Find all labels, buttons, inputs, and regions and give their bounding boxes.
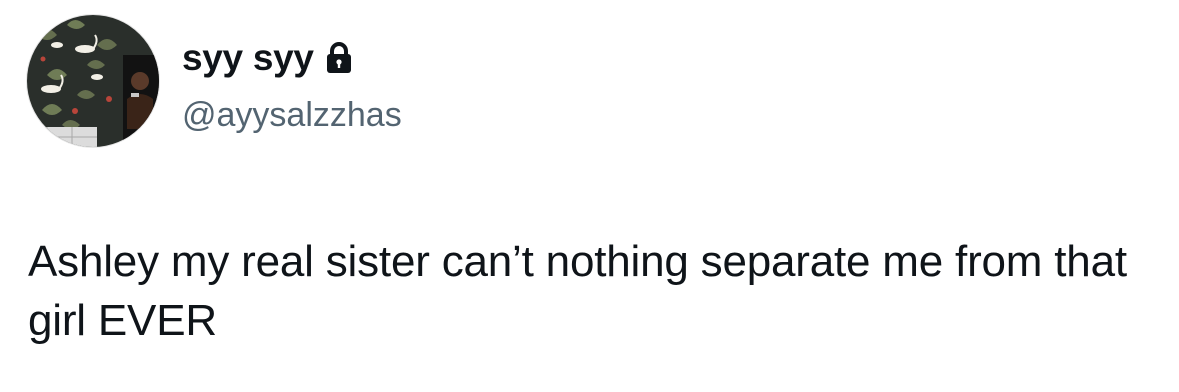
display-name-row: syy syy xyxy=(182,37,402,79)
author-names: syy syy @ayysalzzhas xyxy=(182,37,402,135)
tweet-card: syy syy @ayysalzzhas Ashley my real sist… xyxy=(0,0,1179,392)
avatar-photo-icon xyxy=(27,15,159,147)
lock-icon xyxy=(324,41,354,75)
tweet-text: Ashley my real sister can’t nothing sepa… xyxy=(28,237,1127,345)
author-avatar[interactable] xyxy=(26,14,160,148)
tweet-header: syy syy @ayysalzzhas xyxy=(26,14,402,148)
author-handle[interactable]: @ayysalzzhas xyxy=(182,95,402,135)
display-name[interactable]: syy syy xyxy=(182,37,314,79)
